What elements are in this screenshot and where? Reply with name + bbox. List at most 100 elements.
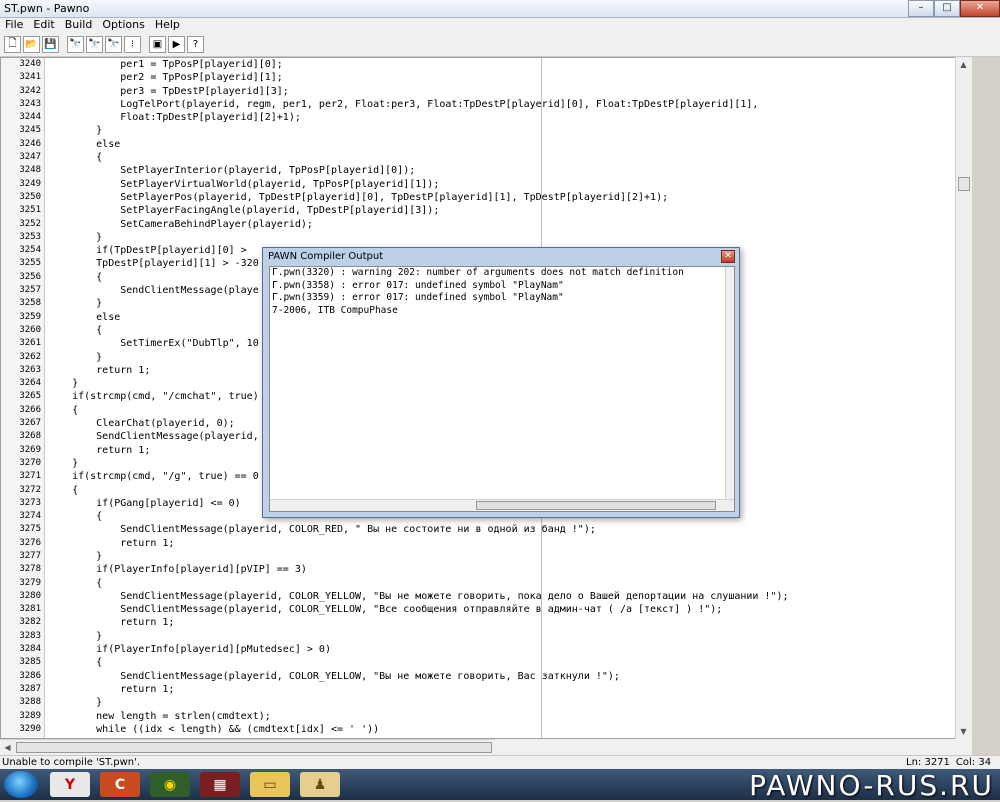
menu-options[interactable]: Options: [97, 18, 149, 33]
code-text: SendClientMessage(playerid, COLOR_RED, "…: [48, 524, 596, 536]
code-text: SendClientMessage(playe: [48, 285, 259, 297]
app-icon[interactable]: ▦: [200, 772, 240, 797]
pawno-icon[interactable]: ♟: [300, 772, 340, 797]
horizontal-scroll-thumb[interactable]: [16, 742, 492, 753]
line-number: 3289: [19, 710, 41, 721]
yandex-browser-icon[interactable]: Y: [50, 772, 90, 797]
find-icon[interactable]: 🔭: [67, 36, 84, 53]
compiler-output-text[interactable]: Г.pwn(3320) : warning 202: number of arg…: [269, 266, 735, 512]
code-line: 3288 }: [19, 696, 971, 709]
replace-icon[interactable]: 🔭: [105, 36, 122, 53]
minimize-button[interactable]: –: [908, 0, 934, 17]
scroll-left-arrow-icon[interactable]: ◀: [0, 740, 15, 755]
code-text: SetPlayerVirtualWorld(playerid, TpPosP[p…: [48, 178, 440, 190]
dialog-horizontal-scrollbar[interactable]: [270, 499, 734, 511]
menu-file[interactable]: File: [0, 18, 28, 33]
code-text: per1 = TpPosP[playerid][0];: [48, 59, 283, 70]
code-text: SendClientMessage(playerid,: [48, 431, 259, 443]
line-number: 3242: [19, 85, 41, 96]
code-text: SendClientMessage(playerid, COLOR_YELLOW…: [48, 590, 789, 602]
help-icon[interactable]: ?: [187, 36, 204, 53]
ccleaner-icon[interactable]: C: [100, 772, 140, 797]
code-line: 3275 SendClientMessage(playerid, COLOR_R…: [19, 523, 971, 536]
code-text: if(strcmp(cmd, "/g", true) == 0: [48, 471, 259, 483]
code-line: 3287 return 1;: [19, 683, 971, 696]
code-line: 3282 return 1;: [19, 616, 971, 629]
line-number: 3249: [19, 178, 41, 189]
line-number: 3279: [19, 577, 41, 588]
menu-edit[interactable]: Edit: [28, 18, 59, 33]
maximize-button[interactable]: □: [934, 0, 960, 17]
code-text: }: [48, 125, 103, 137]
compiler-output-line: Г.pwn(3358) : error 017: undefined symbo…: [272, 279, 564, 291]
code-text: SetCameraBehindPlayer(playerid);: [48, 218, 313, 230]
line-number: 3267: [19, 418, 41, 429]
code-text: if(PGang[playerid] <= 0): [48, 497, 241, 509]
line-number: 3255: [19, 258, 41, 269]
line-number: 3264: [19, 378, 41, 389]
menu-help[interactable]: Help: [150, 18, 185, 33]
line-number: 3245: [19, 125, 41, 136]
explorer-folder-icon[interactable]: ▭: [250, 772, 290, 797]
close-button[interactable]: ✕: [960, 0, 1000, 17]
code-text: TpDestP[playerid][1] > -320: [48, 258, 259, 270]
line-number: 3274: [19, 511, 41, 522]
save-icon[interactable]: 💾: [42, 36, 59, 53]
code-text: return 1;: [48, 683, 175, 695]
line-number: 3248: [19, 165, 41, 176]
run-icon[interactable]: ▶: [168, 36, 185, 53]
code-line: 3277 }: [19, 550, 971, 563]
code-text: ClearChat(playerid, 0);: [48, 418, 235, 430]
line-number: 3273: [19, 497, 41, 508]
line-number: 3284: [19, 644, 41, 655]
compile-icon[interactable]: ▣: [149, 36, 166, 53]
editor-horizontal-scrollbar[interactable]: ◀: [0, 739, 495, 755]
code-text: return 1;: [48, 617, 175, 629]
line-number: 3268: [19, 431, 41, 442]
status-message: Unable to compile 'ST.pwn'.: [2, 757, 141, 768]
line-number: 3282: [19, 617, 41, 628]
line-number: 3251: [19, 205, 41, 216]
code-text: if(TpDestP[playerid][0] >: [48, 245, 247, 257]
code-line: 3247 {: [19, 151, 971, 164]
code-text: return 1;: [48, 537, 175, 549]
vertical-scroll-thumb[interactable]: [958, 177, 970, 191]
scroll-down-arrow-icon[interactable]: ▼: [956, 724, 971, 739]
line-number: 3250: [19, 191, 41, 202]
dialog-vertical-scrollbar[interactable]: [725, 267, 734, 499]
code-text: }: [48, 630, 103, 642]
line-number: 3290: [19, 723, 41, 734]
dialog-close-button[interactable]: ✕: [721, 250, 735, 263]
start-button[interactable]: [4, 771, 38, 798]
watermark-text: PAWNO-RUS.RU: [749, 769, 994, 802]
code-text: if(PlayerInfo[playerid][pVIP] == 3): [48, 564, 307, 576]
code-line: 3290 while ((idx < length) && (cmdtext[i…: [19, 723, 971, 736]
find-next-icon[interactable]: 🔭: [86, 36, 103, 53]
dialog-scroll-thumb[interactable]: [476, 501, 716, 510]
scroll-up-arrow-icon[interactable]: ▲: [956, 57, 971, 72]
code-text: {: [48, 271, 103, 283]
code-line: 3280 SendClientMessage(playerid, COLOR_Y…: [19, 590, 971, 603]
open-folder-icon[interactable]: 📂: [23, 36, 40, 53]
editor-vertical-scrollbar[interactable]: ▲ ▼: [955, 57, 972, 739]
code-line: 3279 {: [19, 577, 971, 590]
code-line: 3281 SendClientMessage(playerid, COLOR_Y…: [19, 603, 971, 616]
code-line: 3244 Float:TpDestP[playerid][2]+1);: [19, 111, 971, 124]
goto-line-icon[interactable]: ⁝: [124, 36, 141, 53]
menu-build[interactable]: Build: [60, 18, 98, 33]
chrome-icon[interactable]: ◉: [150, 772, 190, 797]
line-number: 3278: [19, 564, 41, 575]
line-number: 3281: [19, 604, 41, 615]
new-file-icon[interactable]: 🗋: [4, 36, 21, 53]
compiler-output-line: Г.pwn(3359) : error 017: undefined symbo…: [272, 292, 564, 303]
line-number: 3261: [19, 338, 41, 349]
line-number: 3244: [19, 112, 41, 123]
line-number: 3257: [19, 285, 41, 296]
code-text: per3 = TpDestP[playerid][3];: [48, 85, 289, 97]
line-number: 3283: [19, 630, 41, 641]
code-text: }: [48, 457, 79, 469]
toolbar: 🗋 📂 💾 🔭 🔭 🔭 ⁝ ▣ ▶?: [0, 33, 1000, 57]
code-line: 3248 SetPlayerInterior(playerid, TpPosP[…: [19, 164, 971, 177]
line-number: 3253: [19, 231, 41, 242]
code-line: 3249 SetPlayerVirtualWorld(playerid, TpP…: [19, 178, 971, 191]
